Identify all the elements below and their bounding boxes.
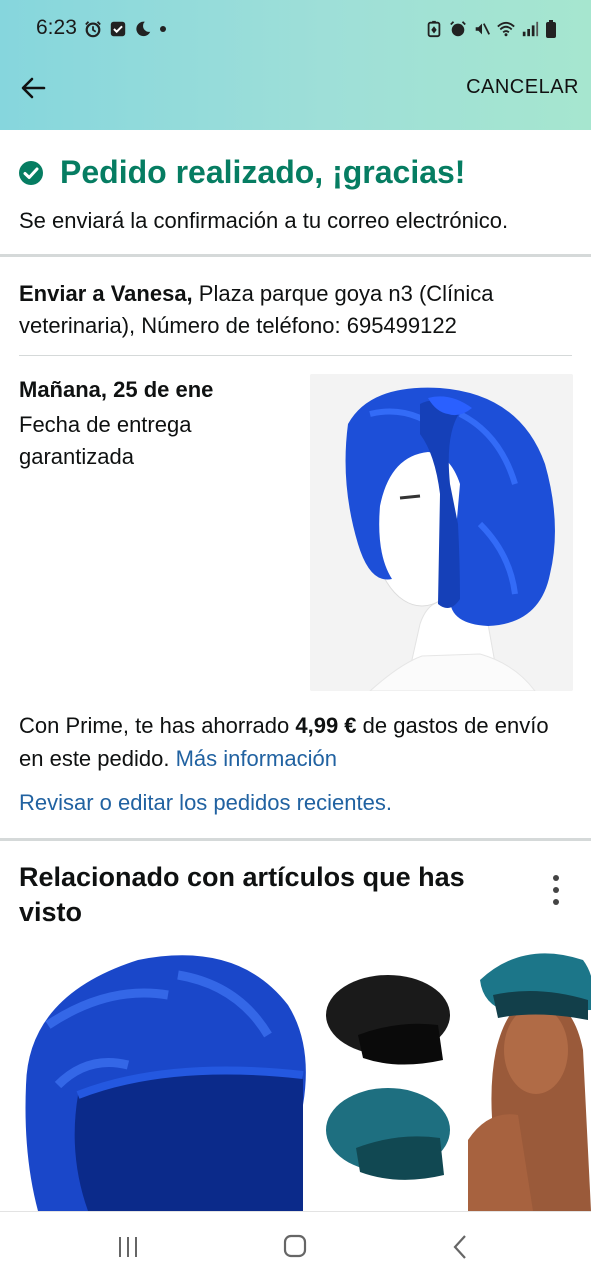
wifi-icon xyxy=(497,21,515,37)
prime-savings-amount: 4,99 € xyxy=(295,713,357,738)
related-product-image[interactable] xyxy=(318,940,591,1211)
home-icon[interactable] xyxy=(275,1230,315,1264)
recents-icon[interactable] xyxy=(108,1230,148,1264)
more-vertical-icon[interactable] xyxy=(544,872,568,908)
prime-text-before: Con Prime, te has ahorrado xyxy=(19,713,296,738)
check-circle-icon xyxy=(19,160,43,185)
delivery-guarantee: Fecha de entrega garantizada xyxy=(19,412,192,469)
order-success-banner: Pedido realizado, ¡gracias! xyxy=(18,154,465,191)
section-divider xyxy=(0,254,591,257)
review-orders-link[interactable]: Revisar o editar los pedidos recientes. xyxy=(19,790,392,816)
signal-icon xyxy=(522,21,539,37)
battery-saver-icon xyxy=(427,20,441,38)
dot-icon xyxy=(160,26,166,32)
shipping-address: Enviar a Vanesa, Plaza parque goya n3 (C… xyxy=(19,278,559,342)
delivery-date: Mañana, 25 de ene xyxy=(19,377,214,402)
related-section-title: Relacionado con artículos que has visto xyxy=(19,862,465,927)
divider xyxy=(19,355,572,356)
status-right-icons xyxy=(425,18,557,40)
prime-savings: Con Prime, te has ahorrado 4,99 € de gas… xyxy=(19,709,574,775)
more-info-link[interactable]: Más información xyxy=(176,746,337,771)
system-navigation-bar xyxy=(0,1211,591,1280)
shipping-recipient: Enviar a Vanesa, xyxy=(19,281,193,306)
mute-icon xyxy=(475,23,491,35)
moon-icon xyxy=(136,21,151,37)
checkbox-icon xyxy=(110,21,126,37)
confirmation-text: Se enviará la confirmación a tu correo e… xyxy=(19,208,509,233)
battery-icon xyxy=(546,20,556,38)
status-time: 6:23 xyxy=(36,16,77,39)
alarm-icon xyxy=(450,21,466,37)
alarm-icon xyxy=(85,21,101,38)
cancel-button[interactable]: CANCELAR xyxy=(466,76,579,99)
app-header: 6:23 CANCELAR xyxy=(0,0,591,130)
order-success-title: Pedido realizado, ¡gracias! xyxy=(60,154,466,190)
status-bar: 6:23 xyxy=(0,0,591,56)
back-arrow-icon[interactable] xyxy=(16,70,52,106)
back-icon[interactable] xyxy=(441,1230,481,1264)
section-divider xyxy=(0,838,591,841)
product-image[interactable] xyxy=(310,374,573,691)
related-product-image[interactable] xyxy=(18,945,308,1211)
status-left-icons xyxy=(84,18,167,40)
